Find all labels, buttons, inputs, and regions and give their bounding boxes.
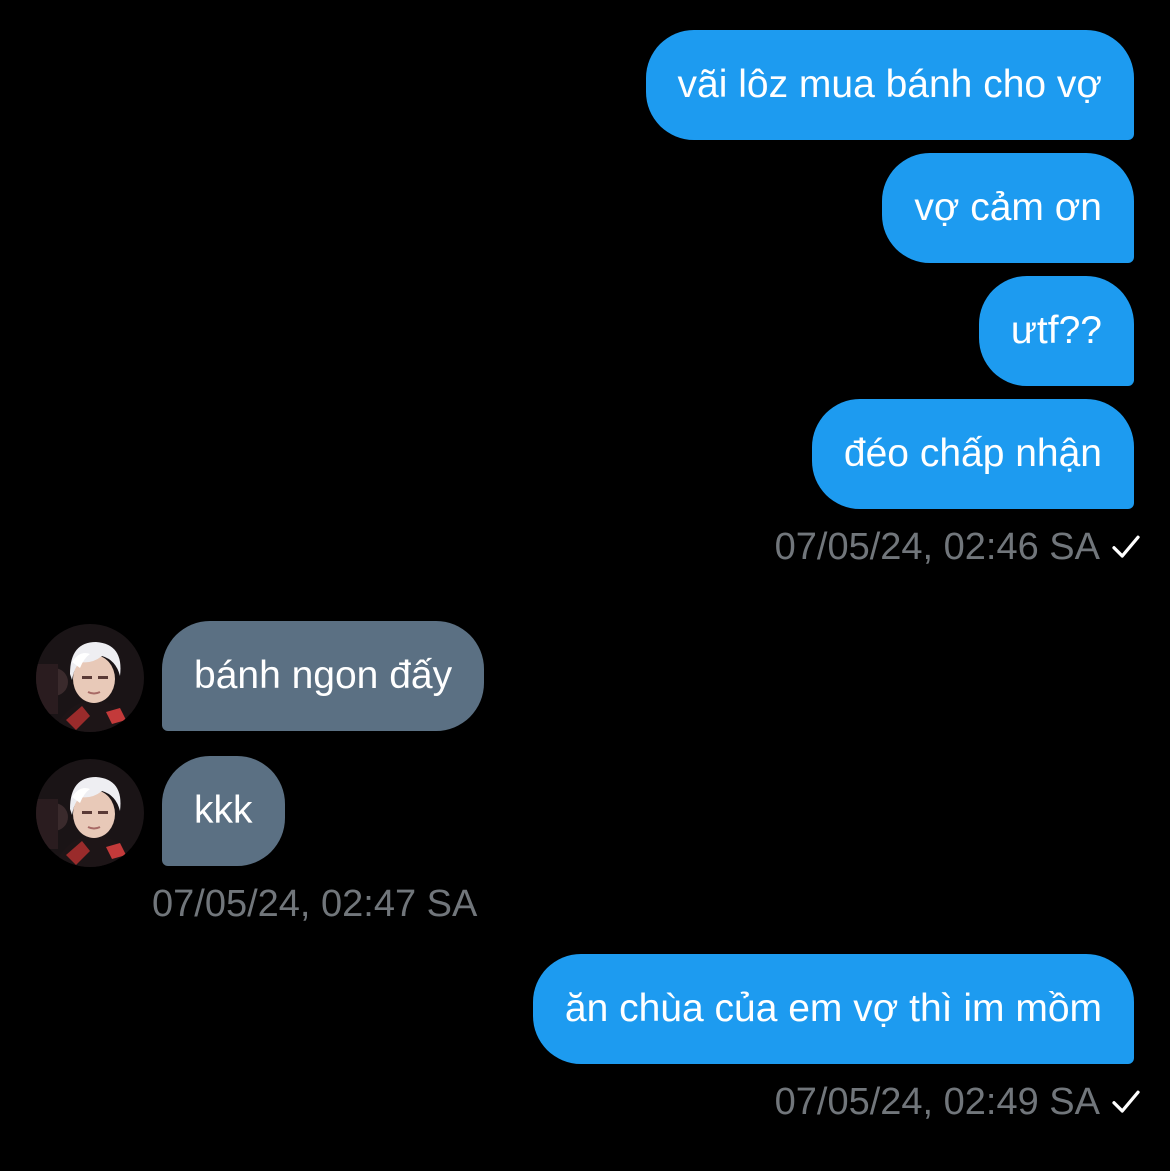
message-timestamp: 07/05/24, 02:47 SA bbox=[152, 883, 478, 925]
checkmark-icon bbox=[1112, 535, 1140, 558]
avatar-image bbox=[36, 759, 144, 867]
message-text: đéo chấp nhận bbox=[843, 432, 1102, 475]
sent-message-bubble[interactable]: vợ cảm ơn bbox=[882, 153, 1134, 263]
message-timestamp: 07/05/24, 02:46 SA bbox=[774, 526, 1100, 568]
message-text: ưtf?? bbox=[1010, 309, 1102, 352]
message-timestamp: 07/05/24, 02:49 SA bbox=[774, 1081, 1100, 1123]
sent-message-bubble[interactable]: đéo chấp nhận bbox=[811, 399, 1134, 509]
message-text: vợ cảm ơn bbox=[914, 186, 1102, 229]
received-message-bubble[interactable]: kkk bbox=[162, 756, 285, 866]
received-message-bubble[interactable]: bánh ngon đấy bbox=[162, 621, 485, 731]
sent-message-bubble[interactable]: ưtf?? bbox=[978, 276, 1134, 386]
message-text: kkk bbox=[194, 789, 253, 832]
sent-message-bubble[interactable]: ăn chùa của em vợ thì im mồm bbox=[532, 954, 1134, 1064]
avatar[interactable] bbox=[36, 624, 144, 732]
checkmark-icon bbox=[1112, 1090, 1140, 1113]
message-text: vãi lôz mua bánh cho vợ bbox=[677, 63, 1102, 106]
message-text: ăn chùa của em vợ thì im mồm bbox=[564, 987, 1102, 1030]
message-text: bánh ngon đấy bbox=[194, 654, 453, 697]
sent-message-bubble[interactable]: vãi lôz mua bánh cho vợ bbox=[645, 30, 1134, 140]
avatar-image bbox=[36, 624, 144, 732]
avatar[interactable] bbox=[36, 759, 144, 867]
